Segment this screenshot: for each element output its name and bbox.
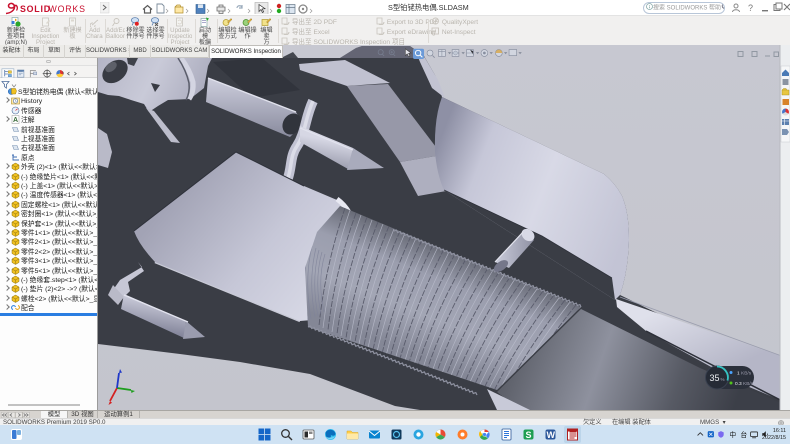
- svg-text:1 KB/s: 1 KB/s: [737, 371, 752, 377]
- svg-text:A: A: [13, 117, 18, 124]
- svg-text:%: %: [721, 377, 725, 382]
- svg-text:W: W: [547, 430, 556, 440]
- svg-text:中: 中: [730, 430, 737, 439]
- svg-text:S: S: [526, 430, 532, 440]
- svg-text:台: 台: [740, 430, 747, 439]
- svg-text:?: ?: [748, 3, 753, 13]
- svg-text:WORKS: WORKS: [49, 4, 86, 14]
- svg-text:0.3 KB/s: 0.3 KB/s: [735, 381, 754, 387]
- svg-text:SOLID: SOLID: [20, 4, 51, 14]
- svg-text:35: 35: [710, 373, 720, 383]
